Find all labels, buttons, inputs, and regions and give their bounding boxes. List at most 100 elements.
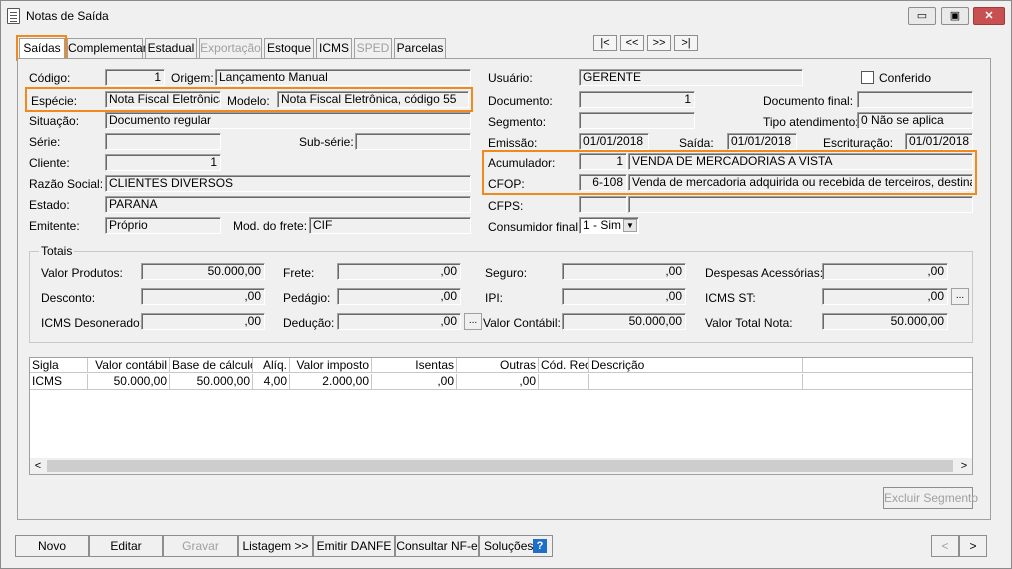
codigo-field[interactable]: 1 bbox=[105, 69, 165, 86]
segmento-label: Segmento: bbox=[488, 115, 547, 129]
chevron-down-icon[interactable]: ▼ bbox=[623, 219, 637, 232]
tab-sped[interactable]: SPED bbox=[354, 38, 392, 58]
solucoes-button[interactable]: Soluções ? bbox=[479, 535, 553, 557]
valor-total-label: Valor Total Nota: bbox=[705, 316, 793, 330]
emitir-danfe-button[interactable]: Emitir DANFE bbox=[313, 535, 395, 557]
prev-button[interactable]: < bbox=[931, 535, 959, 557]
tax-grid[interactable]: Sigla Valor contábil Base de cálculo Alí… bbox=[29, 357, 973, 475]
novo-button[interactable]: Novo bbox=[15, 535, 89, 557]
col-header-aliquota[interactable]: Alíq. bbox=[253, 358, 290, 373]
cell-valor-imposto: 2.000,00 bbox=[290, 374, 372, 390]
col-header-empty bbox=[803, 358, 972, 373]
documento-field[interactable]: 1 bbox=[579, 91, 695, 108]
origem-field[interactable]: Lançamento Manual bbox=[215, 69, 471, 86]
emissao-field[interactable]: 01/01/2018 bbox=[579, 133, 649, 150]
maximize-button[interactable]: ▣ bbox=[941, 7, 969, 25]
escrituracao-field[interactable]: 01/01/2018 bbox=[905, 133, 973, 150]
codigo-label: Código: bbox=[29, 71, 71, 85]
next-button[interactable]: > bbox=[959, 535, 987, 557]
subserie-label: Sub-série: bbox=[299, 135, 354, 149]
frete-field[interactable]: ,00 bbox=[337, 263, 461, 280]
col-header-descricao[interactable]: Descrição bbox=[589, 358, 803, 373]
razao-social-label: Razão Social: bbox=[29, 177, 104, 191]
escrituracao-label: Escrituração: bbox=[823, 136, 894, 150]
saida-label: Saída: bbox=[679, 136, 714, 150]
despesas-field[interactable]: ,00 bbox=[822, 263, 948, 280]
col-header-cod-rec[interactable]: Cód. Rec. bbox=[539, 358, 589, 373]
last-record-button[interactable]: >| bbox=[674, 35, 698, 51]
icms-st-lookup-button[interactable]: ... bbox=[951, 288, 969, 305]
especie-highlight bbox=[25, 87, 473, 112]
col-header-isentas[interactable]: Isentas bbox=[372, 358, 457, 373]
listagem-button[interactable]: Listagem >> bbox=[238, 535, 313, 557]
window: Notas de Saída ▭ ▣ ✕ Saídas Complementar… bbox=[0, 0, 1012, 569]
valor-contabil-field[interactable]: 50.000,00 bbox=[562, 313, 686, 330]
tab-icms[interactable]: ICMS bbox=[316, 38, 352, 58]
editar-button[interactable]: Editar bbox=[89, 535, 163, 557]
conferido-label: Conferido bbox=[879, 71, 932, 85]
scroll-thumb[interactable] bbox=[47, 460, 953, 472]
col-header-valor-contabil[interactable]: Valor contábil bbox=[88, 358, 170, 373]
tab-exportacao[interactable]: Exportação bbox=[199, 38, 262, 58]
usuario-field[interactable]: GERENTE bbox=[579, 69, 803, 86]
next-record-button[interactable]: >> bbox=[647, 35, 671, 51]
frete-label: Frete: bbox=[283, 266, 315, 280]
valor-total-field[interactable]: 50.000,00 bbox=[822, 313, 948, 330]
cell-sigla: ICMS bbox=[30, 374, 88, 390]
cliente-label: Cliente: bbox=[29, 156, 70, 170]
valor-produtos-field[interactable]: 50.000,00 bbox=[141, 263, 265, 280]
tab-parcelas[interactable]: Parcelas bbox=[394, 38, 446, 58]
emissao-label: Emissão: bbox=[488, 136, 538, 150]
documento-final-field[interactable] bbox=[857, 91, 973, 108]
situacao-field[interactable]: Documento regular bbox=[105, 112, 471, 129]
col-header-sigla[interactable]: Sigla bbox=[30, 358, 88, 373]
excluir-segmento-button[interactable]: Excluir Segmento bbox=[883, 487, 978, 509]
icms-st-field[interactable]: ,00 bbox=[822, 288, 948, 305]
tab-estoque[interactable]: Estoque bbox=[264, 38, 314, 58]
mod-frete-label: Mod. do frete: bbox=[233, 219, 308, 233]
mod-frete-field[interactable]: CIF bbox=[309, 217, 471, 234]
tab-complementar[interactable]: Complementar bbox=[67, 38, 147, 58]
deducao-label: Dedução: bbox=[283, 316, 335, 330]
segmento-field[interactable] bbox=[579, 112, 695, 129]
subserie-field[interactable] bbox=[355, 133, 471, 150]
gravar-button[interactable]: Gravar bbox=[163, 535, 238, 557]
seguro-field[interactable]: ,00 bbox=[562, 263, 686, 280]
usuario-label: Usuário: bbox=[488, 71, 533, 85]
desconto-field[interactable]: ,00 bbox=[141, 288, 265, 305]
icms-desonerado-field[interactable]: ,00 bbox=[141, 313, 265, 330]
cfps-field[interactable] bbox=[579, 196, 627, 213]
consultar-nfe-button[interactable]: Consultar NF-e bbox=[395, 535, 479, 557]
deducao-field[interactable]: ,00 bbox=[337, 313, 461, 330]
scroll-left-icon[interactable]: < bbox=[30, 458, 46, 474]
emitente-field[interactable]: Próprio bbox=[105, 217, 221, 234]
razao-social-field[interactable]: CLIENTES DIVERSOS bbox=[105, 175, 471, 192]
close-button[interactable]: ✕ bbox=[973, 7, 1005, 25]
serie-field[interactable] bbox=[105, 133, 221, 150]
pedagio-field[interactable]: ,00 bbox=[337, 288, 461, 305]
ipi-field[interactable]: ,00 bbox=[562, 288, 686, 305]
icms-desonerado-label: ICMS Desonerado: bbox=[41, 316, 144, 330]
scroll-right-icon[interactable]: > bbox=[956, 458, 972, 474]
tab-estadual[interactable]: Estadual bbox=[145, 38, 197, 58]
col-header-valor-imposto[interactable]: Valor imposto bbox=[290, 358, 372, 373]
conferido-checkbox[interactable] bbox=[861, 71, 874, 84]
valor-produtos-label: Valor Produtos: bbox=[41, 266, 123, 280]
pedagio-label: Pedágio: bbox=[283, 291, 331, 305]
horizontal-scrollbar[interactable]: < > bbox=[30, 458, 972, 474]
saida-field[interactable]: 01/01/2018 bbox=[727, 133, 797, 150]
deducao-lookup-button[interactable]: ... bbox=[464, 313, 482, 330]
prev-record-button[interactable]: << bbox=[620, 35, 644, 51]
totais-title: Totais bbox=[39, 244, 75, 258]
serie-label: Série: bbox=[29, 135, 61, 149]
col-header-outras[interactable]: Outras bbox=[457, 358, 539, 373]
col-header-base-calculo[interactable]: Base de cálculo bbox=[170, 358, 253, 373]
minimize-button[interactable]: ▭ bbox=[908, 7, 936, 25]
documento-final-label: Documento final: bbox=[763, 94, 854, 108]
cliente-field[interactable]: 1 bbox=[105, 154, 221, 171]
first-record-button[interactable]: |< bbox=[593, 35, 617, 51]
tipo-atendimento-field[interactable]: 0 Não se aplica bbox=[857, 112, 973, 129]
estado-field[interactable]: PARANA bbox=[105, 196, 471, 213]
cfps-description bbox=[628, 196, 973, 213]
cell-isentas: ,00 bbox=[372, 374, 457, 390]
